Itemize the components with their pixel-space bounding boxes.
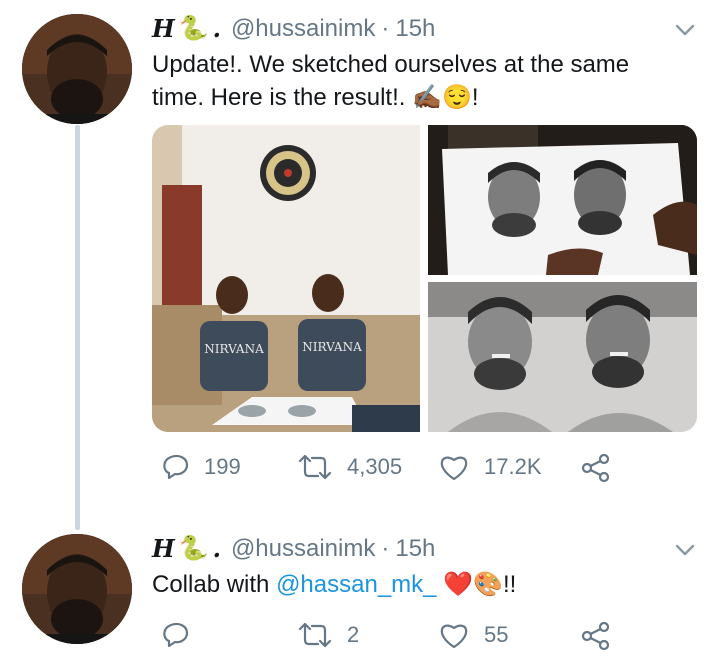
tweet-text-end: !! xyxy=(502,571,517,598)
retweet-count: 4,305 xyxy=(347,454,403,479)
author-name-suffix: . xyxy=(212,14,221,43)
author-handle[interactable]: @hussainimk xyxy=(231,15,375,43)
avatar-photo xyxy=(22,14,132,124)
author-name[interactable]: H xyxy=(152,534,175,563)
tweet-text: Collab with @hassan_mk_ ❤️🎨!! xyxy=(152,568,697,601)
author-name[interactable]: H xyxy=(152,14,175,43)
author-name-suffix: . xyxy=(212,534,221,563)
photo-sketch-in-progress[interactable] xyxy=(428,125,697,275)
tweet-actions: 199 4,305 17.2K xyxy=(152,452,697,492)
shirt-text-right: NIRVANA xyxy=(302,340,362,354)
retweet-icon xyxy=(298,622,332,648)
snake-emoji: 🐍 xyxy=(178,15,209,42)
reply-icon xyxy=(163,454,189,480)
reply-button[interactable]: 199 xyxy=(160,452,241,482)
tweet-header: H 🐍 . @hussainimk · 15h xyxy=(152,14,435,43)
writing-hand-emoji: ✍🏾😌 xyxy=(412,84,472,111)
separator-dot: · xyxy=(381,534,390,562)
tweet-text-line-1: Update!. We sketched ourselves at the sa… xyxy=(152,51,630,78)
heart-icon xyxy=(440,456,468,481)
retweet-icon xyxy=(298,454,332,480)
author-handle[interactable]: @hussainimk xyxy=(231,535,375,563)
shirt-text-left: NIRVANA xyxy=(204,342,264,356)
like-button[interactable]: 55 xyxy=(438,620,508,650)
chevron-down-icon[interactable] xyxy=(672,537,698,563)
reply-count: 199 xyxy=(204,454,241,479)
photo-finished-sketch[interactable] xyxy=(428,282,697,432)
share-icon xyxy=(581,453,610,483)
mention-link[interactable]: @hassan_mk_ xyxy=(276,571,436,598)
timestamp[interactable]: 15h xyxy=(395,15,435,43)
thread-line xyxy=(75,125,80,530)
like-count: 55 xyxy=(484,622,509,647)
separator-dot: · xyxy=(381,14,390,42)
heart-palette-emoji: ❤️🎨 xyxy=(443,571,503,598)
tweet-2[interactable]: H 🐍 . @hussainimk · 15h Collab with @has… xyxy=(0,520,720,655)
tweet-text-line-2: time. Here is the result!. xyxy=(152,84,406,111)
tweet-actions: 2 55 xyxy=(152,620,697,660)
share-button[interactable] xyxy=(580,620,612,652)
like-button[interactable]: 17.2K xyxy=(438,452,542,482)
photo-two-men-drawing[interactable]: NIRVANA NIRVANA xyxy=(152,125,420,432)
tweet-1[interactable]: H 🐍 . @hussainimk · 15h Update!. We sket… xyxy=(0,0,720,530)
chevron-down-icon[interactable] xyxy=(672,17,698,43)
retweet-button[interactable]: 2 xyxy=(297,620,359,650)
media-grid[interactable]: NIRVANA NIRVANA xyxy=(152,125,697,432)
reply-button[interactable] xyxy=(160,620,204,650)
avatar[interactable] xyxy=(22,14,132,124)
retweet-button[interactable]: 4,305 xyxy=(297,452,402,482)
like-count: 17.2K xyxy=(484,454,542,479)
reply-icon xyxy=(163,622,189,648)
retweet-count: 2 xyxy=(347,622,360,647)
share-icon xyxy=(581,621,610,651)
snake-emoji: 🐍 xyxy=(178,535,209,562)
tweet-text-end: ! xyxy=(471,84,479,111)
avatar-photo xyxy=(22,534,132,644)
heart-icon xyxy=(440,624,468,649)
timestamp[interactable]: 15h xyxy=(395,535,435,563)
avatar[interactable] xyxy=(22,534,132,644)
share-button[interactable] xyxy=(580,452,612,484)
tweet-header: H 🐍 . @hussainimk · 15h xyxy=(152,534,435,563)
tweet-text: Update!. We sketched ourselves at the sa… xyxy=(152,48,697,114)
tweet-text-prefix: Collab with xyxy=(152,571,277,598)
